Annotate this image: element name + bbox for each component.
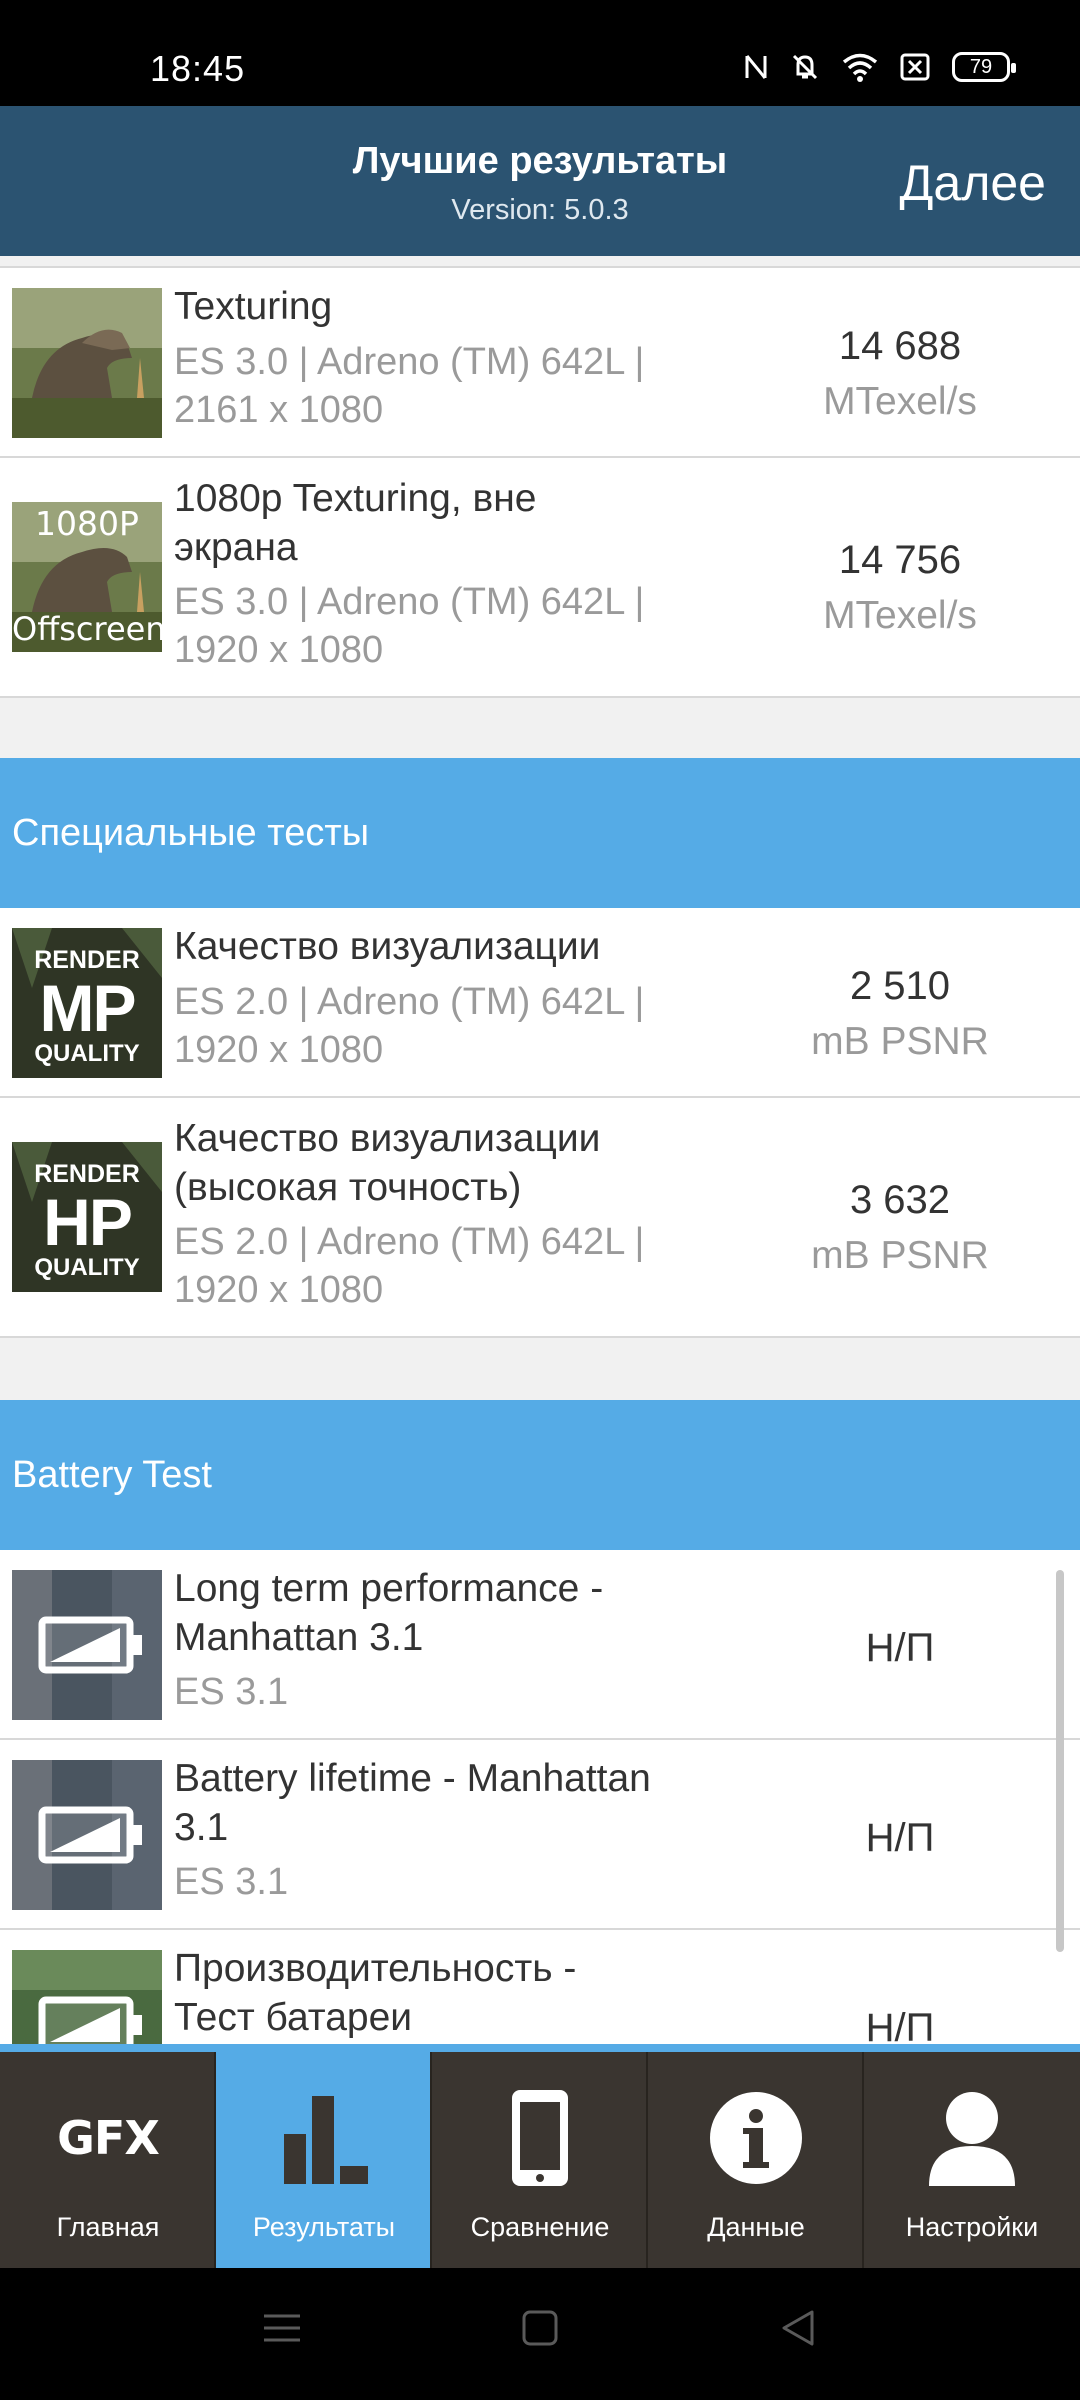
thumb-label-mid: MP (39, 971, 137, 1045)
result-title-line2: Manhattan 3.1 (174, 1616, 424, 1659)
result-api: ES 3.0 | Adreno (TM) 642L | (174, 581, 645, 623)
info-icon (648, 2088, 864, 2188)
result-api: ES 3.0 | Adreno (TM) 642L | (174, 341, 645, 383)
thumb-label-top: 1080P (35, 504, 139, 543)
result-title-line1: Качество визуализации (174, 1117, 601, 1160)
result-title-line2: 3.1 (174, 1806, 229, 1849)
result-title-line2: Тест батареи (174, 1996, 413, 2039)
menu-icon[interactable] (262, 2308, 302, 2348)
battery-icon: 79 (952, 52, 1016, 82)
dinosaur-thumbnail-icon (12, 288, 162, 438)
result-unit: mB PSNR (811, 1020, 989, 1063)
nfc-icon (745, 55, 767, 79)
result-score: Н/П (865, 1626, 935, 1670)
result-resolution: 1920 x 1080 (174, 1029, 384, 1071)
result-title-line2: экрана (174, 526, 298, 569)
result-row-long-term[interactable]: Long term performance - Manhattan 3.1 ES… (0, 1550, 1080, 1740)
app-bar: Лучшие результаты Version: 5.0.3 Далее (0, 106, 1080, 256)
result-unit: MTexel/s (823, 380, 977, 423)
result-title-line2: (высокая точность) (174, 1166, 522, 1209)
status-time: 18:45 (150, 48, 246, 89)
section-header-special: Специальные тесты (0, 758, 1080, 908)
battery-test-thumbnail-icon (12, 1570, 162, 1720)
nav-item-compare[interactable]: Сравнение (432, 2052, 648, 2268)
result-row-battery-lifetime[interactable]: Battery lifetime - Manhattan 3.1 ES 3.1 … (0, 1740, 1080, 1930)
nav-item-home[interactable]: GFX Главная (0, 2052, 216, 2268)
thumb-label-mid: HP (43, 1185, 133, 1259)
system-nav-bar (0, 2268, 1080, 2400)
nav-label: Данные (707, 2212, 805, 2242)
nav-item-info[interactable]: Данные (648, 2052, 864, 2268)
render-quality-mp-icon: RENDER MP QUALITY (12, 928, 162, 1078)
bar-chart-icon (216, 2088, 432, 2188)
render-quality-hp-icon: RENDER HP QUALITY (12, 1142, 162, 1292)
result-title-line1: 1080p Texturing, вне (174, 477, 537, 520)
result-score: Н/П (865, 1816, 935, 1860)
result-resolution: 1920 x 1080 (174, 1269, 384, 1311)
user-icon (864, 2088, 1080, 2188)
nav-label: Настройки (905, 2212, 1039, 2242)
result-resolution: 2161 x 1080 (174, 389, 384, 431)
result-api: ES 2.0 | Adreno (TM) 642L | (174, 1221, 645, 1263)
battery-test-thumbnail-icon (12, 1760, 162, 1910)
result-row-render-quality[interactable]: RENDER MP QUALITY Качество визуализации … (0, 908, 1080, 1098)
nav-label: Сравнение (470, 2212, 610, 2242)
thumb-label-bottom: QUALITY (34, 1254, 140, 1281)
result-title: Качество визуализации (174, 925, 601, 968)
result-score: 14 756 (838, 538, 962, 582)
next-button[interactable]: Далее (900, 154, 1046, 212)
results-list[interactable]: Texturing ES 3.0 | Adreno (TM) 642L | 21… (0, 256, 1080, 2044)
bell-off-icon (792, 54, 818, 80)
status-icons: 79 (744, 52, 1016, 82)
result-api: ES 3.1 (174, 1861, 289, 1903)
nav-label: Результаты (252, 2212, 396, 2242)
status-bar: 18:45 79 (0, 0, 1080, 106)
result-api: ES 2.0 | Adreno (TM) 642L | (174, 981, 645, 1023)
nav-label: Главная (56, 2212, 160, 2242)
scrollbar[interactable] (1056, 1570, 1064, 1952)
result-unit: mB PSNR (811, 1234, 989, 1277)
nav-item-settings[interactable]: Настройки (864, 2052, 1080, 2268)
nav-item-results[interactable]: Результаты (216, 2052, 432, 2268)
result-row-battery-performance[interactable]: Производительность - Тест батареи Н/П (0, 1930, 1080, 2044)
result-resolution: 1920 x 1080 (174, 629, 384, 671)
result-unit: MTexel/s (823, 594, 977, 637)
bottom-nav: GFX Главная Результаты Сравнение Данные … (0, 2044, 1080, 2268)
result-title-line1: Long term performance - (174, 1567, 604, 1610)
result-row-texturing-offscreen[interactable]: 1080P Offscreen 1080p Texturing, вне экр… (0, 458, 1080, 698)
result-score: 3 632 (849, 1178, 951, 1222)
gfx-logo-icon: GFX (57, 2111, 160, 2165)
result-score: Н/П (865, 2006, 935, 2044)
result-title-line1: Battery lifetime - Manhattan (174, 1757, 651, 1800)
section-header-battery: Battery Test (0, 1400, 1080, 1550)
thumb-label-bottom: Offscreen (12, 610, 162, 648)
dinosaur-offscreen-thumbnail-icon: 1080P Offscreen (12, 502, 162, 652)
back-icon[interactable] (778, 2308, 818, 2348)
phone-icon (432, 2088, 648, 2188)
result-row-texturing[interactable]: Texturing ES 3.0 | Adreno (TM) 642L | 21… (0, 268, 1080, 458)
result-score: 2 510 (849, 964, 951, 1008)
battery-test-thumbnail-icon (12, 1950, 162, 2044)
result-score: 14 688 (838, 324, 962, 368)
thumb-label-bottom: QUALITY (34, 1040, 140, 1067)
sim-off-icon (900, 53, 930, 81)
result-row-render-quality-high[interactable]: RENDER HP QUALITY Качество визуализации … (0, 1098, 1080, 1338)
home-icon[interactable] (520, 2308, 560, 2348)
result-api: ES 3.1 (174, 1671, 289, 1713)
result-title-line1: Производительность - (174, 1947, 577, 1990)
wifi-icon (842, 53, 878, 82)
result-title: Texturing (174, 285, 333, 328)
